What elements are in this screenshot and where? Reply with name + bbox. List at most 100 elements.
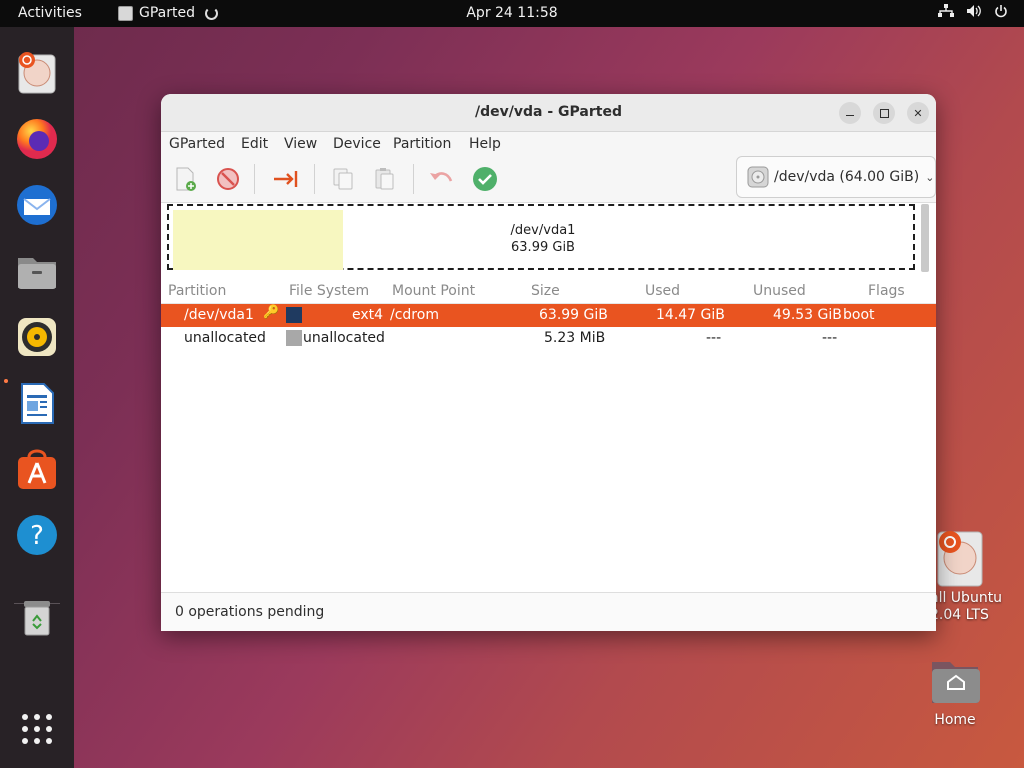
app-menu-label: GParted [139, 5, 195, 21]
filesystem-color-swatch [286, 330, 302, 346]
delete-partition-button[interactable] [213, 164, 243, 194]
device-selector-value: /dev/vda (64.00 GiB) [774, 169, 920, 185]
files-icon[interactable] [13, 247, 61, 295]
toolbar-separator [413, 164, 414, 194]
disk-icon [747, 166, 769, 188]
svg-text:?: ? [30, 521, 44, 551]
cell-used: 14.47 GiB [656, 307, 725, 323]
disk-map-partition-name: /dev/vda1 [510, 223, 576, 238]
column-partition[interactable]: Partition [168, 283, 226, 299]
close-icon: ✕ [913, 106, 923, 120]
window-title: /dev/vda - GParted [475, 104, 622, 120]
trash-icon[interactable] [13, 593, 61, 641]
cell-unused: --- [822, 330, 838, 346]
cell-partition: /dev/vda1 [184, 307, 254, 323]
disk-map-scrollbar[interactable] [921, 204, 929, 272]
show-apps-icon[interactable] [13, 705, 61, 753]
copy-icon [333, 168, 353, 190]
column-unused[interactable]: Unused [753, 283, 806, 299]
thunderbird-icon[interactable] [13, 181, 61, 229]
close-button[interactable]: ✕ [907, 102, 929, 124]
disk-map[interactable]: /dev/vda1 63.99 GiB [166, 203, 916, 273]
undo-icon [430, 172, 453, 182]
partition-table-header: Partition File System Mount Point Size U… [161, 281, 936, 304]
cell-size: 63.99 GiB [539, 307, 608, 323]
maximize-button[interactable] [873, 102, 895, 124]
chevron-down-icon: ⌄ [925, 170, 935, 184]
filesystem-color-swatch [286, 307, 302, 323]
cell-mount-point: /cdrom [390, 307, 439, 323]
table-row[interactable]: /dev/vda1 🔑 ext4 /cdrom 63.99 GiB 14.47 … [161, 304, 936, 327]
column-file-system[interactable]: File System [289, 283, 369, 299]
operations-pending-status: 0 operations pending [175, 604, 325, 620]
cell-unused: 49.53 GiB [773, 307, 842, 323]
new-partition-button[interactable] [171, 164, 201, 194]
column-flags[interactable]: Flags [868, 283, 905, 299]
network-icon [938, 4, 954, 17]
resize-move-button[interactable] [271, 164, 301, 194]
rhythmbox-icon[interactable] [13, 313, 61, 361]
running-indicator [4, 379, 8, 383]
firefox-icon[interactable] [13, 115, 61, 163]
paste-button[interactable] [370, 164, 400, 194]
cell-flags: boot [843, 307, 875, 323]
column-used[interactable]: Used [645, 283, 680, 299]
cell-partition: unallocated [184, 330, 266, 346]
desktop-install-label-line1: all Ubuntu [930, 590, 1003, 606]
disk-map-partition-vda1[interactable]: /dev/vda1 63.99 GiB [167, 204, 915, 270]
delete-icon [217, 168, 239, 190]
toolbar: /dev/vda (64.00 GiB) ⌄ [161, 156, 936, 203]
desktop-install-ubuntu[interactable]: all Ubuntu 2.04 LTS [922, 528, 1024, 624]
menu-bar: GParted Edit View Device Partition Help [161, 132, 936, 156]
menu-view[interactable]: View [284, 136, 317, 152]
toolbar-separator [314, 164, 315, 194]
undo-button[interactable] [426, 164, 456, 194]
status-bar: 0 operations pending [161, 592, 936, 631]
dock: ? [0, 27, 74, 768]
libreoffice-writer-icon[interactable] [13, 379, 61, 427]
home-folder-icon [932, 662, 980, 703]
desktop-home-label: Home [934, 712, 976, 728]
desktop-install-label-line2: 2.04 LTS [930, 607, 989, 623]
cell-used: --- [706, 330, 722, 346]
table-row[interactable]: unallocated unallocated 5.23 MiB --- --- [161, 327, 936, 350]
app-center-icon[interactable] [13, 445, 61, 493]
disk-map-label: /dev/vda1 63.99 GiB [169, 222, 917, 256]
loading-spinner-icon [205, 6, 218, 20]
install-ubuntu-icon [937, 531, 983, 587]
system-menu[interactable] [938, 4, 1008, 18]
gparted-app-icon [118, 5, 133, 21]
app-menu[interactable]: GParted [118, 5, 218, 21]
menu-partition[interactable]: Partition [393, 136, 451, 152]
menu-gparted[interactable]: GParted [169, 136, 225, 152]
install-ubuntu-icon[interactable] [13, 49, 61, 97]
help-icon[interactable]: ? [13, 511, 61, 559]
copy-button[interactable] [328, 164, 358, 194]
menu-edit[interactable]: Edit [241, 136, 268, 152]
top-bar: Activities GParted Apr 24 11:58 [0, 0, 1024, 27]
column-mount-point[interactable]: Mount Point [392, 283, 475, 299]
title-bar[interactable]: /dev/vda - GParted ✕ [161, 94, 936, 132]
cell-size: 5.23 MiB [544, 330, 606, 346]
gparted-window: /dev/vda - GParted ✕ GParted Edit View D… [161, 94, 936, 631]
paste-icon [375, 168, 394, 190]
desktop-home[interactable]: Home [918, 656, 992, 729]
new-partition-icon [176, 167, 196, 191]
cell-file-system: ext4 [352, 307, 384, 323]
cell-file-system: unallocated [303, 330, 385, 346]
menu-help[interactable]: Help [469, 136, 501, 152]
device-selector[interactable]: /dev/vda (64.00 GiB) ⌄ [736, 156, 936, 198]
toolbar-separator [254, 164, 255, 194]
activities-button[interactable]: Activities [18, 5, 82, 21]
apply-checkmark-icon [473, 167, 497, 191]
minimize-icon [846, 114, 854, 117]
maximize-icon [879, 108, 889, 118]
key-icon: 🔑 [263, 305, 280, 320]
clock[interactable]: Apr 24 11:58 [466, 5, 557, 21]
menu-device[interactable]: Device [333, 136, 381, 152]
power-icon [995, 5, 1007, 18]
column-size[interactable]: Size [531, 283, 560, 299]
apply-button[interactable] [470, 164, 500, 194]
minimize-button[interactable] [839, 102, 861, 124]
disk-map-partition-size: 63.99 GiB [511, 240, 575, 255]
